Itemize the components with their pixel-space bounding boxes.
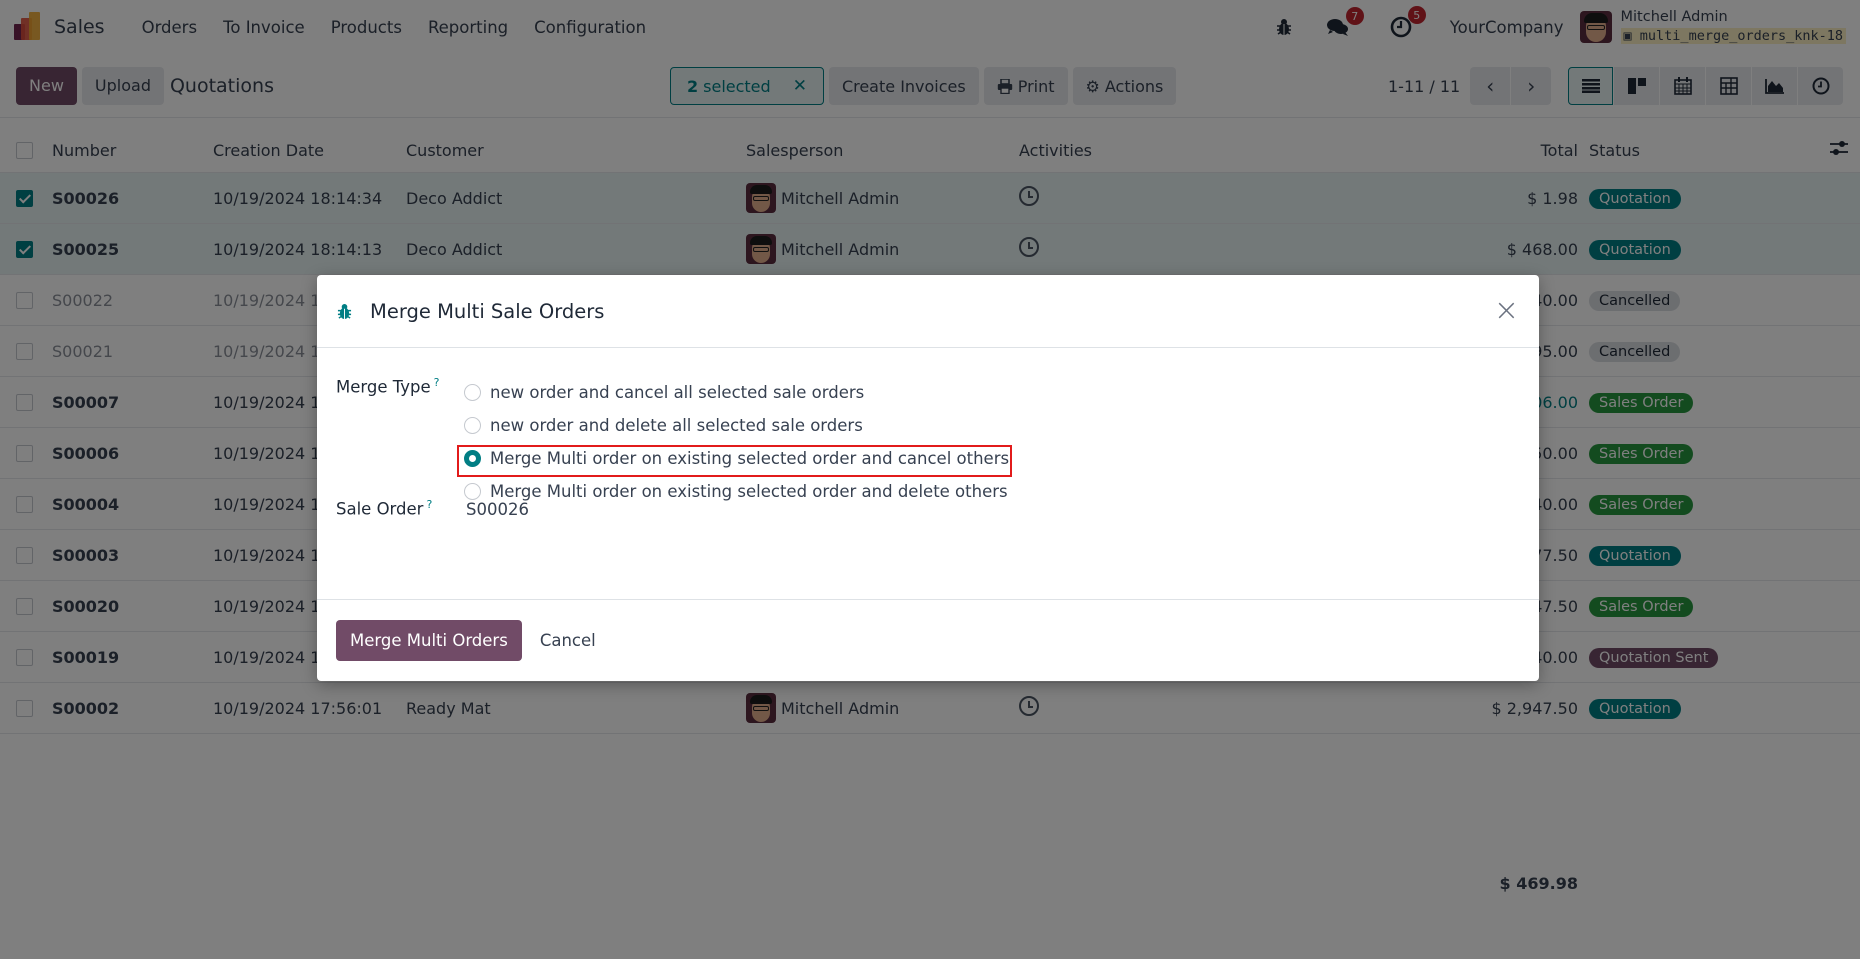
cancel-button[interactable]: Cancel bbox=[538, 631, 598, 650]
dialog-footer: Merge Multi Orders Cancel bbox=[317, 600, 1539, 680]
merge-orders-dialog: Merge Multi Sale Orders × Merge Type? ne… bbox=[317, 275, 1539, 681]
option-label: new order and cancel all selected sale o… bbox=[490, 383, 865, 402]
merge-multi-orders-button[interactable]: Merge Multi Orders bbox=[336, 619, 522, 661]
option-label: Merge Multi order on existing selected o… bbox=[490, 449, 1010, 468]
merge-option-new-delete[interactable]: new order and delete all selected sale o… bbox=[464, 409, 1009, 442]
dialog-body: Merge Type? new order and cancel all sel… bbox=[317, 348, 1539, 600]
sale-order-label: Sale Order? bbox=[336, 498, 432, 519]
merge-type-label-text: Merge Type bbox=[336, 377, 431, 397]
merge-type-label: Merge Type? bbox=[336, 376, 440, 397]
radio-button[interactable] bbox=[464, 417, 481, 434]
sale-order-label-text: Sale Order bbox=[336, 499, 424, 519]
merge-type-radio-group: new order and cancel all selected sale o… bbox=[464, 376, 1009, 508]
radio-button[interactable] bbox=[464, 384, 481, 401]
radio-button[interactable] bbox=[464, 483, 481, 500]
radio-button-selected[interactable] bbox=[464, 450, 481, 467]
sale-order-value[interactable]: S00026 bbox=[466, 500, 529, 519]
dialog-title: Merge Multi Sale Orders bbox=[370, 299, 605, 323]
debug-bug-icon[interactable] bbox=[337, 303, 352, 320]
dialog-header: Merge Multi Sale Orders × bbox=[317, 275, 1539, 348]
help-tooltip-icon[interactable]: ? bbox=[426, 498, 432, 511]
merge-option-existing-cancel[interactable]: Merge Multi order on existing selected o… bbox=[464, 442, 1009, 475]
close-icon[interactable]: × bbox=[1494, 296, 1519, 326]
merge-option-new-cancel[interactable]: new order and cancel all selected sale o… bbox=[464, 376, 1009, 409]
help-tooltip-icon[interactable]: ? bbox=[434, 376, 440, 389]
option-label: new order and delete all selected sale o… bbox=[490, 416, 863, 435]
merge-option-existing-delete[interactable]: Merge Multi order on existing selected o… bbox=[464, 475, 1009, 508]
option-label: Merge Multi order on existing selected o… bbox=[490, 482, 1008, 501]
